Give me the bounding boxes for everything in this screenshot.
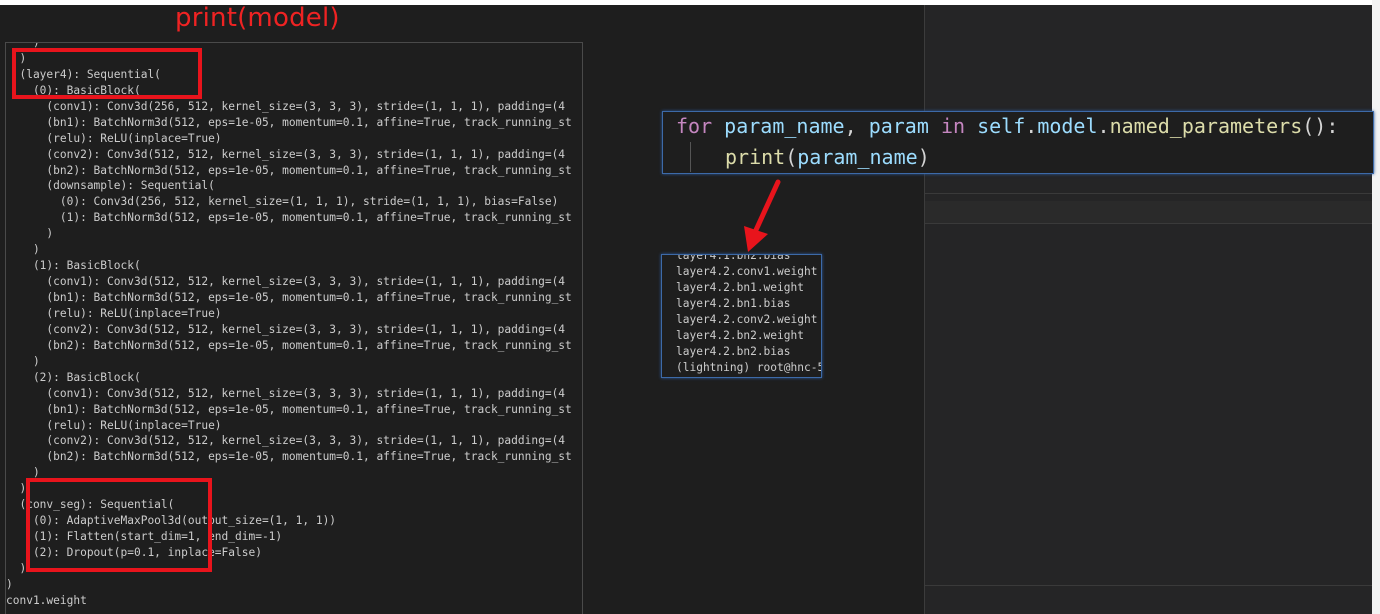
terminal-line: ) xyxy=(6,227,54,241)
dot: . xyxy=(1097,114,1110,138)
terminal-line: (bn1): BatchNorm3d(512, eps=1e-05, momen… xyxy=(6,291,572,304)
terminal-line: ) xyxy=(6,577,13,591)
pane-divider xyxy=(925,585,1380,586)
keyword-in: in xyxy=(940,114,966,138)
print-argument: param_name xyxy=(797,145,918,169)
terminal-line: (0): Conv3d(256, 512, kernel_size=(1, 1,… xyxy=(6,195,559,209)
terminal-line: (1): BasicBlock( xyxy=(6,259,141,273)
terminal-line: (bn2): BatchNorm3d(512, eps=1e-05, momen… xyxy=(6,163,572,177)
parameter-names-output: layer4.1.bn2.bias layer4.2.conv1.weight la… xyxy=(661,254,822,378)
terminal-line: (bn2): BatchNorm3d(512, eps=1e-05, momen… xyxy=(6,450,572,464)
output-line: layer4.2.conv2.weight xyxy=(676,313,818,326)
print-function: print xyxy=(725,145,786,169)
terminal-line: (relu): ReLU(inplace=True) xyxy=(6,418,222,432)
terminal-line: conv1.weight xyxy=(6,593,87,607)
terminal-line: (bn1): BatchNorm3d(512, eps=1e-05, momen… xyxy=(6,115,572,129)
comma: , xyxy=(844,114,857,138)
keyword-for: for xyxy=(676,114,713,138)
red-arrow-icon xyxy=(744,179,781,252)
output-lines: layer4.1.bn2.bias layer4.2.conv1.weight la… xyxy=(676,254,822,376)
terminal-line: (conv2): Conv3d(512, 512, kernel_size=(3… xyxy=(6,434,566,448)
code-snippet: for param_name, param in self.model.name… xyxy=(662,111,1374,174)
pane-divider xyxy=(925,193,1380,194)
output-line: layer4.2.bn2.weight xyxy=(676,329,804,342)
output-line: layer4.2.conv1.weight xyxy=(676,265,818,278)
method-named-parameters: named_parameters xyxy=(1109,114,1303,138)
output-line: layer4.2.bn1.bias xyxy=(676,297,791,310)
terminal-line: (downsample): Sequential( xyxy=(6,179,215,193)
terminal-line: (bn2): BatchNorm3d(512, eps=1e-05, momen… xyxy=(6,338,572,352)
terminal-line: ) xyxy=(6,243,40,257)
variable-param: param xyxy=(868,114,929,138)
terminal-line: (relu): ReLU(inplace=True) xyxy=(6,131,222,145)
terminal-line: (conv1): Conv3d(512, 512, kernel_size=(3… xyxy=(6,275,566,289)
output-line: layer4.1.bn2.bias xyxy=(676,254,791,262)
close-paren: ) xyxy=(917,145,930,169)
terminal-line: ) xyxy=(6,354,40,368)
terminal-line: (conv1): Conv3d(256, 512, kernel_size=(3… xyxy=(6,99,566,113)
window-edge xyxy=(1372,0,1380,614)
indent-guide xyxy=(690,142,691,172)
output-line: (lightning) root@hnc-5 xyxy=(676,361,822,374)
model-attribute: model xyxy=(1037,114,1098,138)
variable-param-name: param_name xyxy=(724,114,845,138)
code-line-for-loop: for param_name, param in self.model.name… xyxy=(676,113,1338,139)
screenshot-root: ) ) (layer4): Sequential( (0): BasicBloc… xyxy=(0,0,1380,614)
terminal-line: (bn1): BatchNorm3d(512, eps=1e-05, momen… xyxy=(6,402,572,416)
annotation-caption: print(model) xyxy=(175,3,340,33)
code-line-print: print(param_name) xyxy=(725,144,930,170)
terminal-line: (conv1): Conv3d(512, 512, kernel_size=(3… xyxy=(6,386,566,400)
open-paren: ( xyxy=(785,145,798,169)
output-line: layer4.2.bn2.bias xyxy=(676,345,791,358)
terminal-line: (relu): ReLU(inplace=True) xyxy=(6,306,222,320)
pane-divider xyxy=(925,223,1380,224)
highlight-box-layer4 xyxy=(12,48,202,99)
self-keyword: self xyxy=(977,114,1026,138)
highlight-box-conv-seg xyxy=(26,478,212,572)
terminal-line: (conv2): Conv3d(512, 512, kernel_size=(3… xyxy=(6,322,566,336)
current-line-highlight xyxy=(925,201,1380,223)
right-editor-pane xyxy=(924,5,1380,614)
call-tail: (): xyxy=(1302,114,1339,138)
terminal-line: (2): BasicBlock( xyxy=(6,370,141,384)
terminal-line: (1): BatchNorm3d(512, eps=1e-05, momentu… xyxy=(6,211,572,225)
output-line: layer4.2.bn1.weight xyxy=(676,281,804,294)
dot: . xyxy=(1025,114,1038,138)
terminal-line: (conv2): Conv3d(512, 512, kernel_size=(3… xyxy=(6,147,566,161)
